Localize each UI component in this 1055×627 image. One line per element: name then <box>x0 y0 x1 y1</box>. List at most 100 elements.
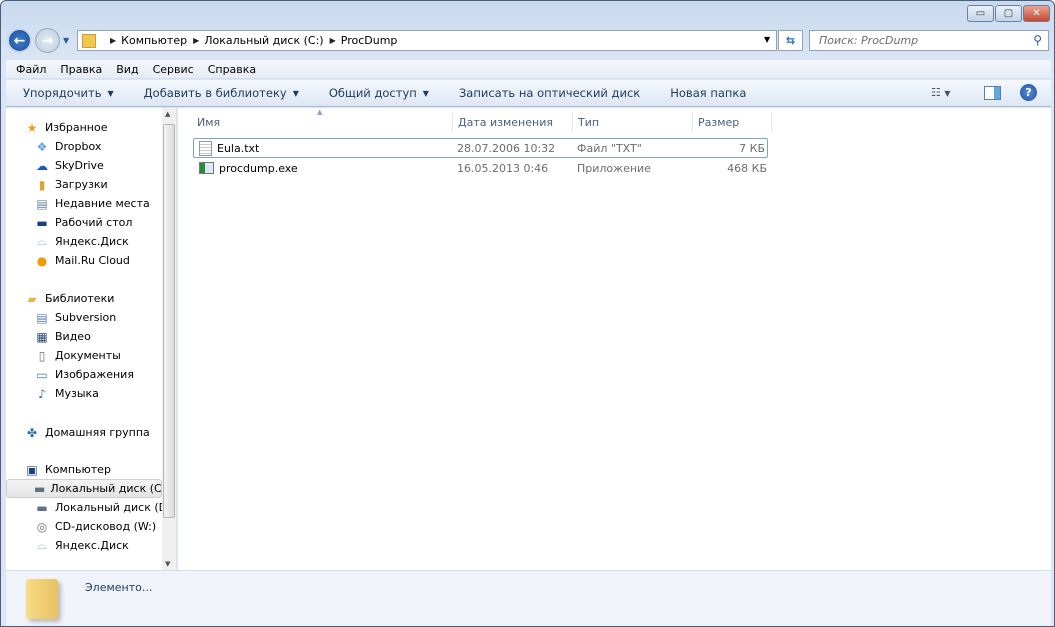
yandex-disk-icon: ⌓ <box>37 538 47 552</box>
file-row[interactable]: Eula.txt 28.07.2006 10:32 Файл "TXT" 7 К… <box>193 138 768 158</box>
maximize-button[interactable]: ▢ <box>995 5 1022 22</box>
address-dropdown-icon[interactable]: ▼ <box>764 35 770 44</box>
nav-label: Домашняя группа <box>45 426 150 439</box>
menu-view[interactable]: Вид <box>116 63 138 76</box>
forward-arrow-icon: → <box>41 32 54 49</box>
exe-file-icon <box>199 162 214 174</box>
nav-label: Документы <box>55 349 121 362</box>
nav-label: Яндекс.Диск <box>55 235 129 248</box>
scrollbar-thumb[interactable] <box>163 124 175 518</box>
crumb-label: Локальный диск (C:) <box>204 34 324 47</box>
history-dropdown-icon[interactable]: ▼ <box>63 36 69 45</box>
search-icon[interactable]: ⚲ <box>1033 33 1042 47</box>
chevron-down-icon: ▼ <box>107 88 114 98</box>
libraries-icon: ▰ <box>27 291 37 306</box>
file-type: Файл "TXT" <box>577 141 642 155</box>
file-name: Eula.txt <box>217 141 260 155</box>
new-folder-button[interactable]: Новая папка <box>670 86 746 100</box>
desktop-icon: ▬ <box>36 215 48 230</box>
nav-local-disk-c[interactable]: ▬ Локальный диск (C:) <box>6 479 170 498</box>
file-name: procdump.exe <box>219 161 298 175</box>
nav-label: Музыка <box>55 387 99 400</box>
help-icon[interactable]: ? <box>1020 84 1037 101</box>
cd-drive-icon: ◎ <box>36 519 48 534</box>
breadcrumb-drive-c[interactable]: ▶ Локальный диск (C:) <box>193 34 324 47</box>
nav-label: Mail.Ru Cloud <box>55 254 130 267</box>
nav-label: Загрузки <box>55 178 108 191</box>
chevron-down-icon: ▼ <box>422 88 429 98</box>
file-row[interactable]: procdump.exe 16.05.2013 0:46 Приложение … <box>193 159 768 179</box>
folder-icon <box>26 579 58 619</box>
nav-label: SkyDrive <box>55 159 104 172</box>
organize-button[interactable]: Упорядочить ▼ <box>23 86 114 100</box>
menu-file[interactable]: Файл <box>16 63 46 76</box>
folder-icon <box>82 33 96 48</box>
nav-label: Библиотеки <box>45 292 115 305</box>
file-size: 468 КБ <box>727 161 767 175</box>
drive-icon: ▬ <box>36 500 48 515</box>
search-input[interactable]: Поиск: ProcDump ⚲ <box>809 30 1049 51</box>
menu-edit[interactable]: Правка <box>60 63 102 76</box>
nav-libraries[interactable]: ▰ Библиотеки <box>24 289 180 308</box>
system-drive-icon: ▬ <box>34 481 46 496</box>
preview-pane-icon[interactable] <box>984 86 1001 100</box>
nav-label: Видео <box>55 330 91 343</box>
refresh-icon: ⇆ <box>785 34 796 47</box>
refresh-button[interactable]: ⇆ <box>778 30 803 51</box>
minimize-button[interactable]: ▭ <box>967 5 994 22</box>
navigation-pane: ★ Избранное ❖ Dropbox ☁ SkyDrive ▮ Загрузки … <box>6 108 177 570</box>
nav-label: Изображения <box>55 368 134 381</box>
nav-homegroup[interactable]: ✤ Домашняя группа <box>24 423 180 442</box>
crumb-label: ProcDump <box>340 34 398 47</box>
nav-label: Dropbox <box>55 140 102 153</box>
column-header-date[interactable]: Дата изменения <box>453 112 573 132</box>
command-bar: Упорядочить ▼ Добавить в библиотеку ▼ Общи… <box>6 80 1051 107</box>
column-header-name[interactable]: Имя <box>192 112 453 132</box>
details-pane: Элементо... <box>6 570 1051 626</box>
forward-button[interactable]: → <box>35 28 60 53</box>
pictures-icon: ▭ <box>36 367 48 382</box>
organize-label: Упорядочить <box>23 86 102 100</box>
search-placeholder: Поиск: ProcDump <box>819 34 919 47</box>
details-text: Элементо... <box>85 581 153 594</box>
share-label: Общий доступ <box>328 86 417 100</box>
downloads-folder-icon: ▮ <box>38 177 46 192</box>
nav-label: Локальный диск (C:) <box>50 482 170 495</box>
close-button[interactable]: ✕ <box>1023 5 1050 22</box>
add-to-library-button[interactable]: Добавить в библиотеку ▼ <box>144 86 299 100</box>
nav-label: Компьютер <box>45 463 111 476</box>
text-file-icon <box>199 140 212 156</box>
nav-label: Subversion <box>55 311 117 324</box>
menu-help[interactable]: Справка <box>208 63 256 76</box>
column-header-size[interactable]: Размер <box>693 112 772 132</box>
breadcrumb-computer[interactable]: ▶ Компьютер <box>110 34 187 47</box>
cloud-icon: ☁ <box>36 158 48 173</box>
music-icon: ♪ <box>38 386 46 401</box>
breadcrumb-procdump[interactable]: ▶ ProcDump <box>330 34 398 47</box>
yandex-disk-icon: ⌓ <box>37 234 47 248</box>
nav-label: Локальный диск (D:) <box>55 501 176 514</box>
burn-button[interactable]: Записать на оптический диск <box>459 86 640 100</box>
nav-favorites[interactable]: ★ Избранное <box>24 118 180 137</box>
scroll-down-icon[interactable]: ▼ <box>165 560 170 568</box>
nav-computer[interactable]: ▣ Компьютер <box>24 460 180 479</box>
nav-label: Рабочий стол <box>55 216 133 229</box>
column-header-type[interactable]: Тип <box>573 112 693 132</box>
dropbox-icon: ❖ <box>36 139 48 154</box>
share-button[interactable]: Общий доступ ▼ <box>329 86 429 100</box>
add-library-label: Добавить в библиотеку <box>143 86 287 100</box>
computer-icon: ▣ <box>26 462 38 477</box>
address-bar[interactable]: ▶ Компьютер ▶ Локальный диск (C:) ▶ ProcDum… <box>77 30 777 51</box>
file-size: 7 КБ <box>739 141 765 155</box>
file-list: ▲ Имя Дата изменения Тип Размер Eula.txt… <box>178 108 1051 570</box>
scroll-up-icon[interactable]: ▲ <box>165 110 170 118</box>
document-library-icon: ▤ <box>36 310 48 325</box>
nav-label: Недавние места <box>55 197 150 210</box>
nav-label: CD-дисковод (W:) <box>55 520 157 533</box>
back-button[interactable]: ← <box>7 28 32 53</box>
menu-tools[interactable]: Сервис <box>153 63 194 76</box>
view-options-icon[interactable]: ☷ ▼ <box>931 86 951 99</box>
file-type: Приложение <box>577 161 651 175</box>
homegroup-icon: ✤ <box>26 425 38 440</box>
menu-bar: Файл Правка Вид Сервис Справка <box>6 60 1051 79</box>
